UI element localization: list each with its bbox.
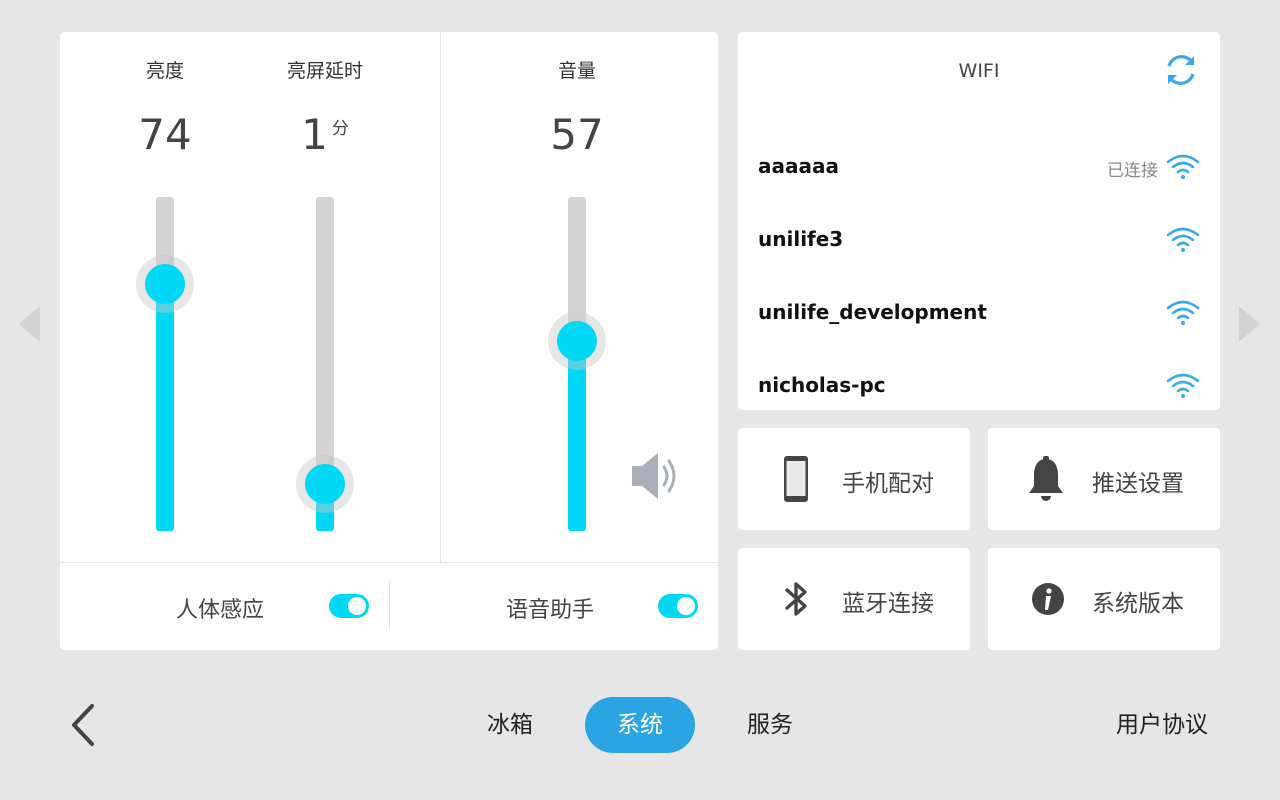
voice-assistant-toggle[interactable]: [658, 594, 698, 618]
wifi-ssid: aaaaaa: [758, 154, 839, 178]
tab-service[interactable]: 服务: [715, 697, 825, 753]
divider: [60, 562, 718, 563]
bell-icon: [1029, 456, 1063, 501]
screen-timeout-number: 1: [301, 110, 328, 159]
tab-fridge[interactable]: 冰箱: [455, 697, 565, 753]
back-arrow-icon[interactable]: [66, 702, 106, 748]
volume-value: 57: [550, 110, 604, 159]
wifi-connected-status: 已连接: [1107, 161, 1158, 181]
wifi-network-row[interactable]: aaaaaa 已连接: [738, 132, 1220, 205]
page-prev-arrow[interactable]: [19, 306, 40, 342]
screen-timeout-slider[interactable]: [296, 197, 354, 531]
wifi-title: WIFI: [958, 60, 1000, 82]
phone-pairing-button[interactable]: 手机配对: [738, 428, 970, 530]
brightness-slider-fill: [156, 284, 174, 531]
brightness-slider[interactable]: [136, 197, 194, 531]
volume-slider[interactable]: [548, 197, 606, 531]
bluetooth-icon: [785, 582, 807, 616]
brightness-slider-thumb[interactable]: [136, 255, 194, 313]
presence-sensing-label: 人体感应: [176, 598, 265, 623]
tab-system[interactable]: 系统: [585, 697, 695, 753]
wifi-signal-icon: [1166, 373, 1200, 398]
wifi-ssid: unilife3: [758, 227, 844, 251]
phone-pairing-label: 手机配对: [842, 471, 934, 497]
bluetooth-button[interactable]: 蓝牙连接: [738, 548, 970, 650]
voice-assistant-label: 语音助手: [506, 598, 595, 623]
presence-sensing-toggle[interactable]: [329, 594, 369, 618]
info-icon: [1032, 583, 1064, 615]
refresh-icon[interactable]: [1163, 52, 1199, 88]
volume-label: 音量: [557, 60, 596, 82]
user-agreement-link[interactable]: 用户协议: [1100, 697, 1224, 753]
volume-slider-thumb[interactable]: [548, 312, 606, 370]
wifi-network-row[interactable]: unilife_development: [738, 278, 1220, 351]
push-settings-label: 推送设置: [1092, 471, 1184, 497]
brightness-label: 亮度: [145, 60, 184, 82]
screen-timeout-slider-thumb[interactable]: [296, 455, 354, 513]
screen-timeout-value: 1分: [245, 110, 405, 159]
system-version-button[interactable]: 系统版本: [988, 548, 1220, 650]
wifi-ssid: unilife_development: [758, 300, 987, 324]
wifi-panel: WIFI aaaaaa 已连接 unilife3 unilife_develop…: [738, 32, 1220, 410]
wifi-signal-icon: [1166, 227, 1200, 252]
speaker-icon[interactable]: [630, 450, 682, 502]
page-next-arrow[interactable]: [1239, 306, 1260, 342]
divider: [440, 32, 441, 562]
wifi-network-row[interactable]: nicholas-pc: [738, 351, 1220, 410]
bluetooth-label: 蓝牙连接: [842, 591, 934, 617]
display-sound-panel: 亮度 74 亮屏延时 1分 音量 57 人体感应 语音助手: [60, 32, 718, 650]
wifi-signal-icon: [1166, 154, 1200, 179]
wifi-network-row[interactable]: unilife3: [738, 205, 1220, 278]
brightness-value: 74: [138, 110, 192, 159]
push-settings-button[interactable]: 推送设置: [988, 428, 1220, 530]
wifi-signal-icon: [1166, 300, 1200, 325]
wifi-ssid: nicholas-pc: [758, 373, 886, 397]
divider: [389, 582, 390, 630]
system-version-label: 系统版本: [1092, 591, 1184, 617]
phone-icon: [784, 456, 808, 502]
screen-timeout-unit: 分: [331, 119, 349, 139]
screen-timeout-label: 亮屏延时: [286, 60, 363, 82]
